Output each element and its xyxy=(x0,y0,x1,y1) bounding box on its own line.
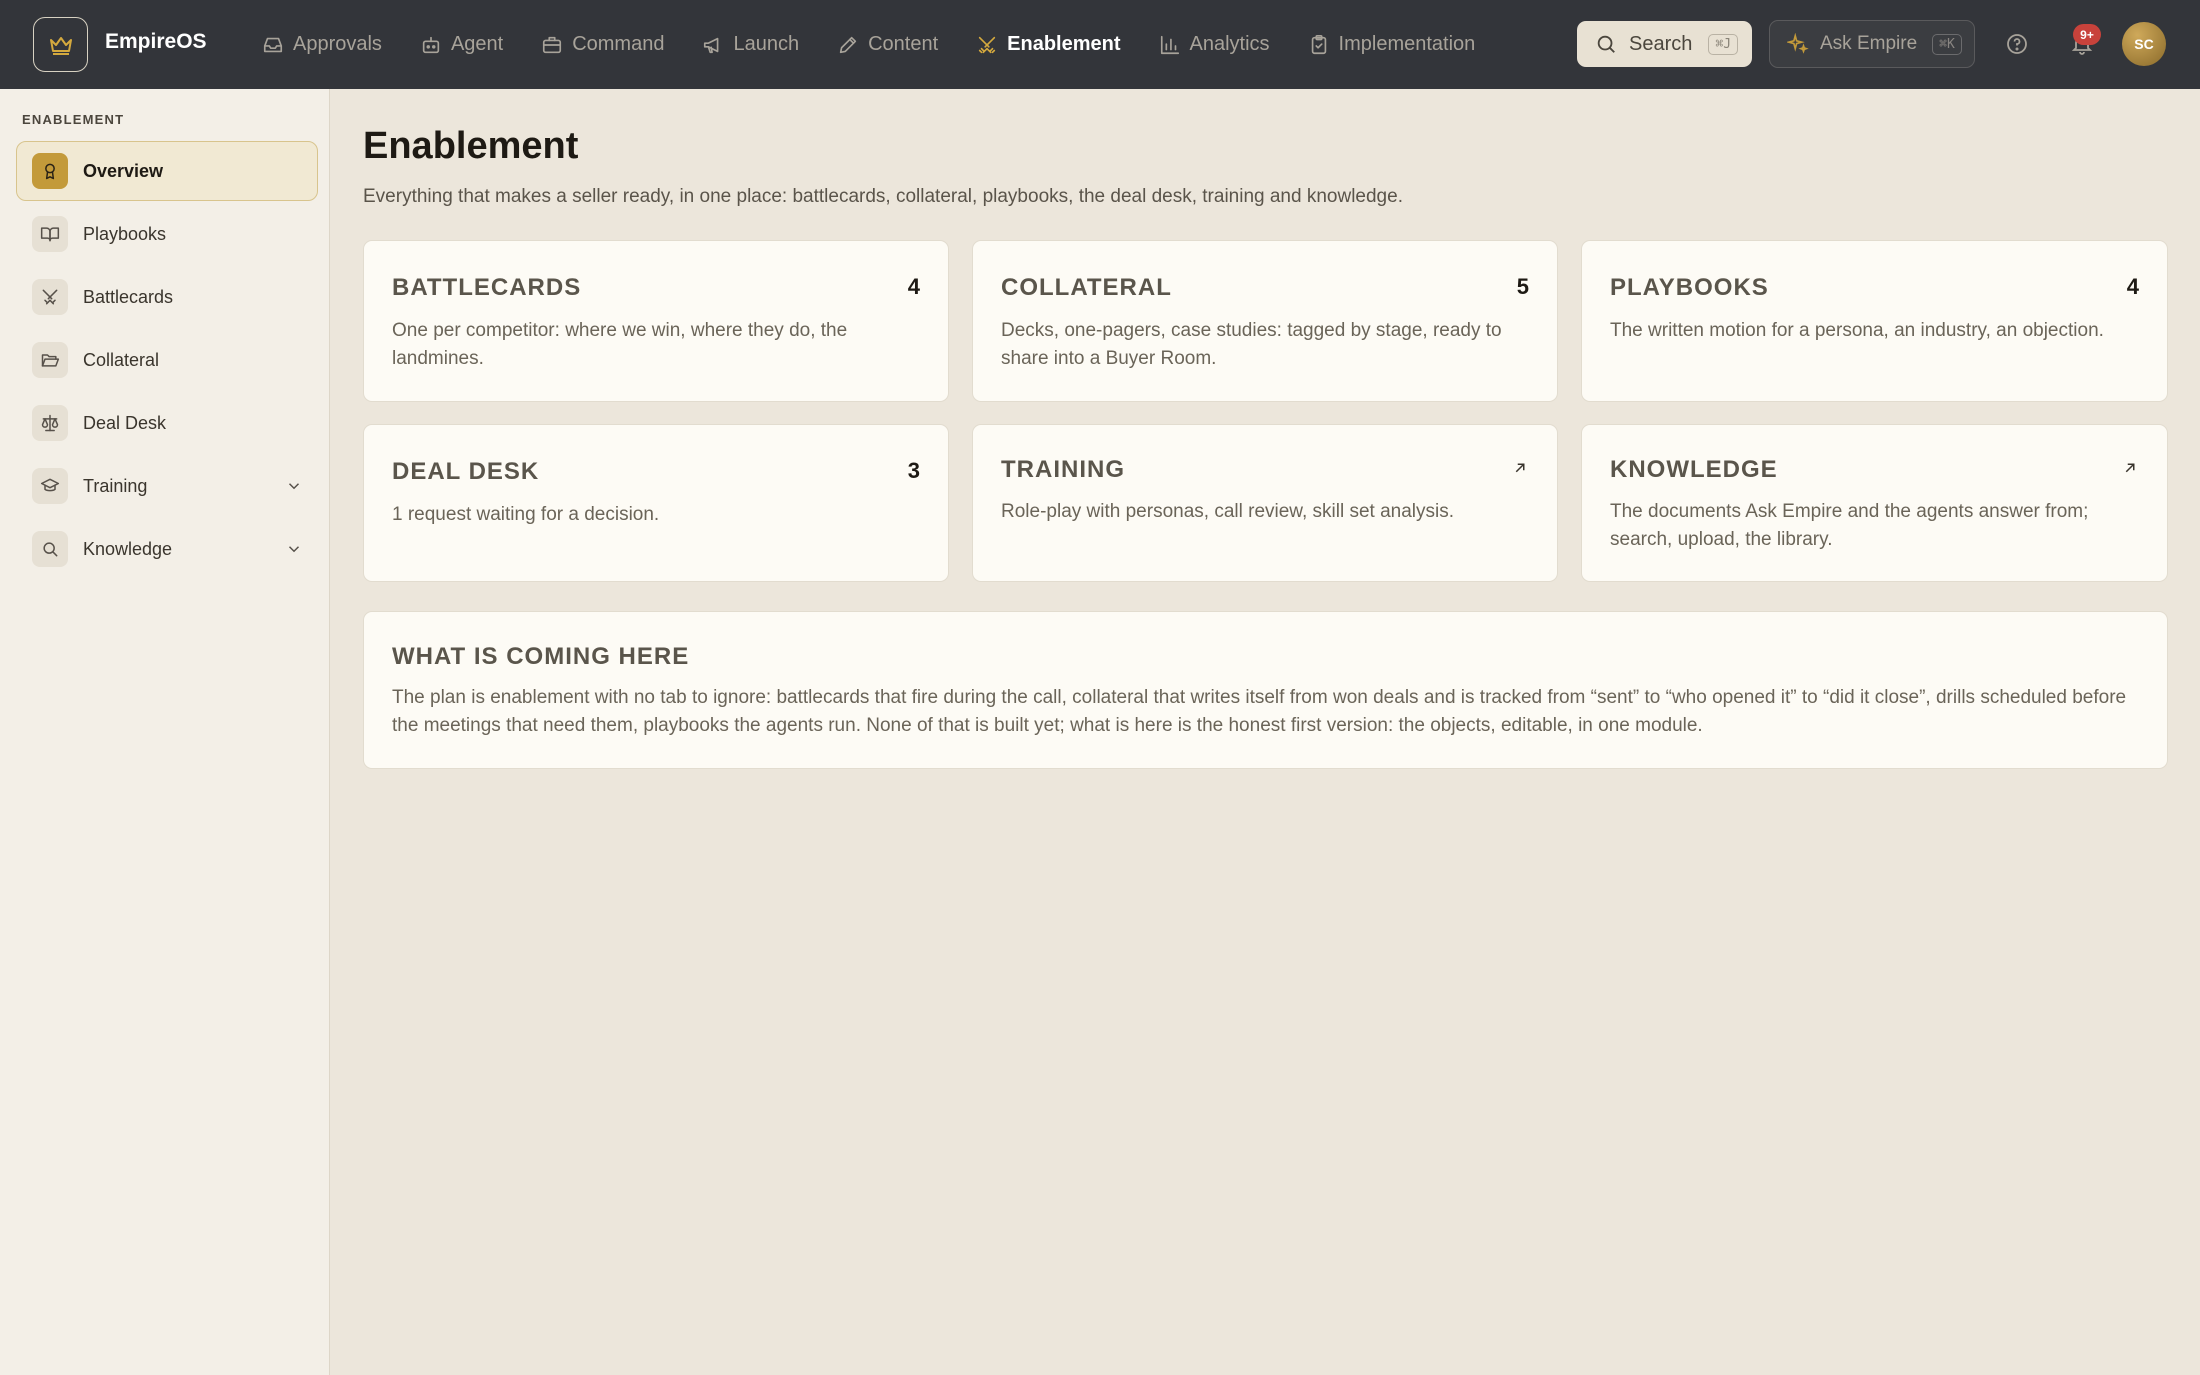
card-title: PLAYBOOKS xyxy=(1610,274,1769,301)
card-title: KNOWLEDGE xyxy=(1610,456,1778,483)
book-open-icon xyxy=(40,227,60,242)
card-description: One per competitor: where we win, where … xyxy=(392,320,848,369)
ask-empire-label: Ask Empire xyxy=(1820,33,1918,54)
battlecards-card[interactable]: BATTLECARDS 4 One per competitor: where … xyxy=(363,240,949,402)
swords-icon xyxy=(42,289,58,305)
clipboard-check-icon xyxy=(1311,34,1326,54)
sparkles-icon xyxy=(1787,33,1809,54)
inbox-icon xyxy=(263,37,283,52)
deal-desk-card[interactable]: DEAL DESK 3 1 request waiting for a deci… xyxy=(363,424,949,582)
sidebar-item-overview[interactable]: Overview xyxy=(16,141,318,201)
search-icon xyxy=(43,542,58,557)
sidebar-item-label: Training xyxy=(83,475,148,496)
sidebar-item-knowledge[interactable]: Knowledge xyxy=(16,519,318,579)
card-description: Decks, one-pagers, case studies: tagged … xyxy=(1001,320,1502,369)
sidebar-item-battlecards[interactable]: Battlecards xyxy=(16,267,318,327)
bar-chart-icon xyxy=(1160,35,1179,54)
sidebar-item-training[interactable]: Training xyxy=(16,456,318,516)
sidebar-item-label: Battlecards xyxy=(83,286,174,307)
card-title: BATTLECARDS xyxy=(392,274,582,301)
knowledge-card[interactable]: KNOWLEDGE The documents Ask Empire and t… xyxy=(1581,424,2168,582)
app-name[interactable]: EmpireOS xyxy=(105,30,207,54)
search-icon xyxy=(1597,35,1615,53)
card-description: The plan is enablement with no tab to ig… xyxy=(392,687,2127,736)
card-description: 1 request waiting for a decision. xyxy=(392,504,660,525)
page-subtitle: Everything that makes a seller ready, in… xyxy=(363,186,1403,207)
notification-badge: 9+ xyxy=(2073,24,2101,45)
sidebar-item-label: Knowledge xyxy=(83,538,173,559)
search-button[interactable]: Search ⌘J xyxy=(1577,21,1752,67)
sidebar-item-label: Collateral xyxy=(83,349,160,370)
card-title: WHAT IS COMING HERE xyxy=(392,643,690,670)
nav-label: Approvals xyxy=(293,33,382,55)
nav-label: Content xyxy=(868,33,939,55)
card-title: TRAINING xyxy=(1001,456,1125,483)
help-button[interactable] xyxy=(2000,27,2034,61)
sidebar-list: Overview Playbooks Battlecards Collatera… xyxy=(16,141,318,582)
arrow-up-right-icon xyxy=(2121,459,2139,477)
nav-label: Launch xyxy=(733,33,800,55)
card-description: The documents Ask Empire and the agents … xyxy=(1610,501,2089,550)
sidebar-item-label: Deal Desk xyxy=(83,412,167,433)
scale-icon xyxy=(41,414,59,432)
collateral-card[interactable]: COLLATERAL 5 Decks, one-pagers, case stu… xyxy=(972,240,1558,402)
ask-empire-shortcut: ⌘K xyxy=(1932,33,1962,55)
nav-label: Implementation xyxy=(1338,33,1476,55)
nav-label: Command xyxy=(572,33,665,55)
sidebar: ENABLEMENT Overview Playbooks Battlecard… xyxy=(0,89,330,1375)
crown-logo-icon[interactable] xyxy=(33,17,88,72)
ask-empire-button[interactable]: Ask Empire ⌘K xyxy=(1769,20,1975,68)
user-avatar[interactable]: SC xyxy=(2122,22,2166,66)
nav-launch[interactable]: Launch xyxy=(683,0,818,89)
card-count: 4 xyxy=(907,274,920,299)
folder-open-icon xyxy=(41,354,60,367)
sidebar-item-label: Playbooks xyxy=(83,223,167,244)
sidebar-item-collateral[interactable]: Collateral xyxy=(16,330,318,390)
training-card[interactable]: TRAINING Role-play with personas, call r… xyxy=(972,424,1558,582)
coming-soon-card: WHAT IS COMING HERE The plan is enableme… xyxy=(363,611,2168,769)
page-title: Enablement xyxy=(363,125,579,167)
sidebar-heading: ENABLEMENT xyxy=(22,112,125,127)
nav-analytics[interactable]: Analytics xyxy=(1140,0,1289,89)
nav-agent[interactable]: Agent xyxy=(401,0,522,89)
sidebar-item-deal-desk[interactable]: Deal Desk xyxy=(16,393,318,453)
nav-label: Enablement xyxy=(1007,33,1121,55)
card-title: DEAL DESK xyxy=(392,458,540,485)
card-count: 4 xyxy=(2126,274,2139,299)
briefcase-icon xyxy=(543,36,562,53)
chevron-down-icon[interactable] xyxy=(285,477,303,495)
nav-approvals[interactable]: Approvals xyxy=(243,0,401,89)
help-circle-icon xyxy=(2007,34,2027,54)
award-icon xyxy=(45,163,55,180)
arrow-up-right-icon xyxy=(1511,459,1529,477)
sidebar-item-playbooks[interactable]: Playbooks xyxy=(16,204,318,264)
nav-label: Agent xyxy=(450,33,504,55)
search-shortcut: ⌘J xyxy=(1708,33,1739,55)
card-count: 5 xyxy=(1516,274,1529,299)
nav-enablement[interactable]: Enablement xyxy=(957,0,1139,89)
card-description: Role-play with personas, call review, sk… xyxy=(1001,501,1455,522)
sidebar-item-label: Overview xyxy=(83,160,164,181)
card-count: 3 xyxy=(907,458,920,483)
card-title: COLLATERAL xyxy=(1001,274,1172,301)
bot-icon xyxy=(422,36,440,53)
megaphone-icon xyxy=(704,37,719,53)
card-description: The written motion for a persona, an ind… xyxy=(1610,320,2104,341)
nav-content[interactable]: Content xyxy=(818,0,957,89)
main-nav: Approvals Agent Command Launch Content E… xyxy=(243,0,1494,89)
graduation-cap-icon xyxy=(40,478,60,492)
playbooks-card[interactable]: PLAYBOOKS 4 The written motion for a per… xyxy=(1581,240,2168,402)
chevron-down-icon[interactable] xyxy=(285,540,303,558)
pen-icon xyxy=(839,36,857,53)
nav-command[interactable]: Command xyxy=(522,0,683,89)
top-bar: EmpireOS Approvals Agent Command Launch … xyxy=(0,0,2200,89)
search-label: Search xyxy=(1629,32,1693,55)
swords-icon xyxy=(978,36,996,53)
nav-label: Analytics xyxy=(1189,33,1270,55)
nav-implementation[interactable]: Implementation xyxy=(1289,0,1495,89)
